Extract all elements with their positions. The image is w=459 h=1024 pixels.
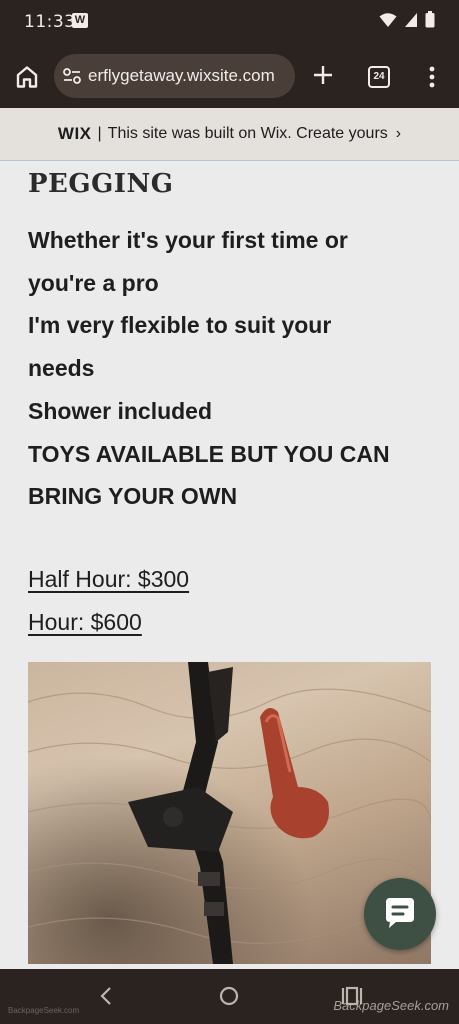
description-line: I'm very flexible to suit your — [28, 312, 332, 339]
banner-text[interactable]: This site was built on Wix. Create yours — [108, 125, 388, 143]
chat-button[interactable] — [364, 878, 436, 950]
page-content: PEGGING Whether it's your first time or … — [0, 161, 459, 969]
signal-icon — [405, 12, 417, 27]
home-circle-icon[interactable] — [219, 986, 239, 1006]
home-icon[interactable] — [14, 64, 40, 90]
wix-banner[interactable]: WIX | This site was built on Wix. Create… — [0, 108, 459, 161]
description-line: BRING YOUR OWN — [28, 483, 238, 510]
description-line: you're a pro — [28, 269, 159, 296]
chevron-right-icon: › — [395, 125, 402, 142]
description-line: needs — [28, 355, 95, 382]
url-text[interactable]: erflygetaway.wixsite.com — [88, 66, 288, 86]
more-menu-icon[interactable] — [426, 64, 438, 90]
status-bar: 11:33 W — [0, 0, 459, 46]
description-line: Whether it's your first time or — [28, 227, 348, 253]
site-settings-icon[interactable] — [62, 67, 82, 85]
back-icon[interactable] — [96, 985, 116, 1007]
description-line: TOYS AVAILABLE BUT YOU CAN — [28, 440, 390, 467]
price-hour: Hour: $600 — [28, 609, 142, 635]
watermark: BackpageSeek.com — [333, 998, 449, 1013]
chat-bubble-icon — [386, 898, 414, 928]
status-time: 11:33 — [24, 12, 76, 32]
tab-switcher-button[interactable]: 24 — [368, 66, 390, 88]
price-half-hour: Half Hour: $300 — [28, 566, 190, 592]
battery-icon — [425, 11, 435, 28]
description-line: Shower included — [28, 397, 213, 424]
wifi-icon — [379, 12, 397, 27]
browser-toolbar: erflygetaway.wixsite.com 24 — [0, 46, 459, 108]
system-nav-bar: BackpageSeek.com BackpageSeek.com — [0, 969, 459, 1024]
description-text: Whether it's your first time or you're a… — [28, 219, 428, 518]
page-heading: PEGGING — [28, 169, 174, 199]
system-icons — [379, 11, 435, 28]
address-bar[interactable]: erflygetaway.wixsite.com — [54, 54, 295, 98]
notification-icon: W — [72, 13, 88, 28]
banner-separator: | — [97, 125, 102, 142]
watermark-left: BackpageSeek.com — [8, 1006, 80, 1015]
wix-logo: WIX — [57, 124, 92, 143]
new-tab-icon[interactable] — [310, 62, 336, 88]
